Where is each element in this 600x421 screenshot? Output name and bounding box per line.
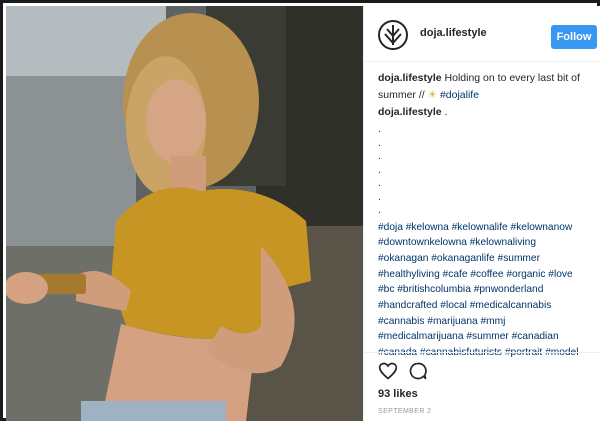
avatar[interactable] (378, 20, 408, 50)
caption-line-2: summer // ☀ #dojalife (378, 87, 596, 104)
post-panel: doja.lifestyle Follow doja.lifestyle Hol… (363, 6, 600, 421)
hashtag-line[interactable]: #bc #britishcolumbia #pnwonderland (378, 282, 596, 298)
hashtag-line[interactable]: #doja #kelowna #kelownalife #kelownanow (378, 220, 596, 236)
heart-icon (378, 362, 398, 380)
follow-button[interactable]: Follow (551, 25, 597, 49)
hashtag-line[interactable]: #healthyliving #cafe #coffee #organic #l… (378, 267, 596, 283)
hashtag-line[interactable]: #handcrafted #local #medicalcannabis (378, 298, 596, 314)
dots-list: . . . . . . . (378, 123, 596, 218)
hashtag-line[interactable]: #okanagan #okanaganlife #summer (378, 251, 596, 267)
comment-line: doja.lifestyle . (378, 104, 596, 121)
comment-username[interactable]: doja.lifestyle (378, 106, 442, 118)
caption-line-1: doja.lifestyle Holding on to every last … (378, 70, 596, 87)
sun-emoji-icon: ☀ (427, 89, 438, 101)
dot-line: . (378, 204, 381, 216)
caption-area: doja.lifestyle Holding on to every last … (378, 70, 596, 358)
post-photo[interactable] (6, 6, 363, 421)
caption-username[interactable]: doja.lifestyle (378, 72, 442, 84)
photo-illustration (6, 6, 363, 421)
leaf-logo-icon (384, 25, 402, 45)
post-date[interactable]: SEPTEMBER 2 (378, 408, 431, 415)
like-button[interactable] (378, 361, 398, 381)
hashtag-line[interactable]: #cannabis #marijuana #mmj (378, 314, 596, 330)
hashtag-line[interactable]: #medicalmarijuana #summer #canadian (378, 329, 596, 345)
dot-line: . (378, 177, 381, 189)
post-header: doja.lifestyle Follow (364, 6, 600, 62)
dot-line: . (378, 150, 381, 162)
caption-text-1: Holding on to every last bit of (444, 72, 580, 84)
comment-icon (409, 362, 427, 380)
dot-line: . (378, 136, 381, 149)
dot-line: . (378, 123, 381, 135)
hashtag-line[interactable]: #downtownkelowna #kelownaliving (378, 235, 596, 251)
likes-count[interactable]: 93 likes (378, 388, 418, 400)
dot-line: . (378, 190, 381, 203)
caption-text-2: summer // (378, 89, 425, 101)
caption-hashtag[interactable]: #dojalife (440, 89, 479, 101)
hashtag-block: #doja #kelowna #kelownalife #kelownanow … (378, 220, 596, 361)
post-actions: 93 likes SEPTEMBER 2 (364, 352, 600, 421)
dot-line: . (378, 163, 381, 176)
instagram-post-frame: doja.lifestyle Follow doja.lifestyle Hol… (0, 0, 600, 421)
comment-text: . (444, 106, 448, 118)
comment-button[interactable] (408, 361, 428, 381)
header-username[interactable]: doja.lifestyle (420, 27, 487, 39)
